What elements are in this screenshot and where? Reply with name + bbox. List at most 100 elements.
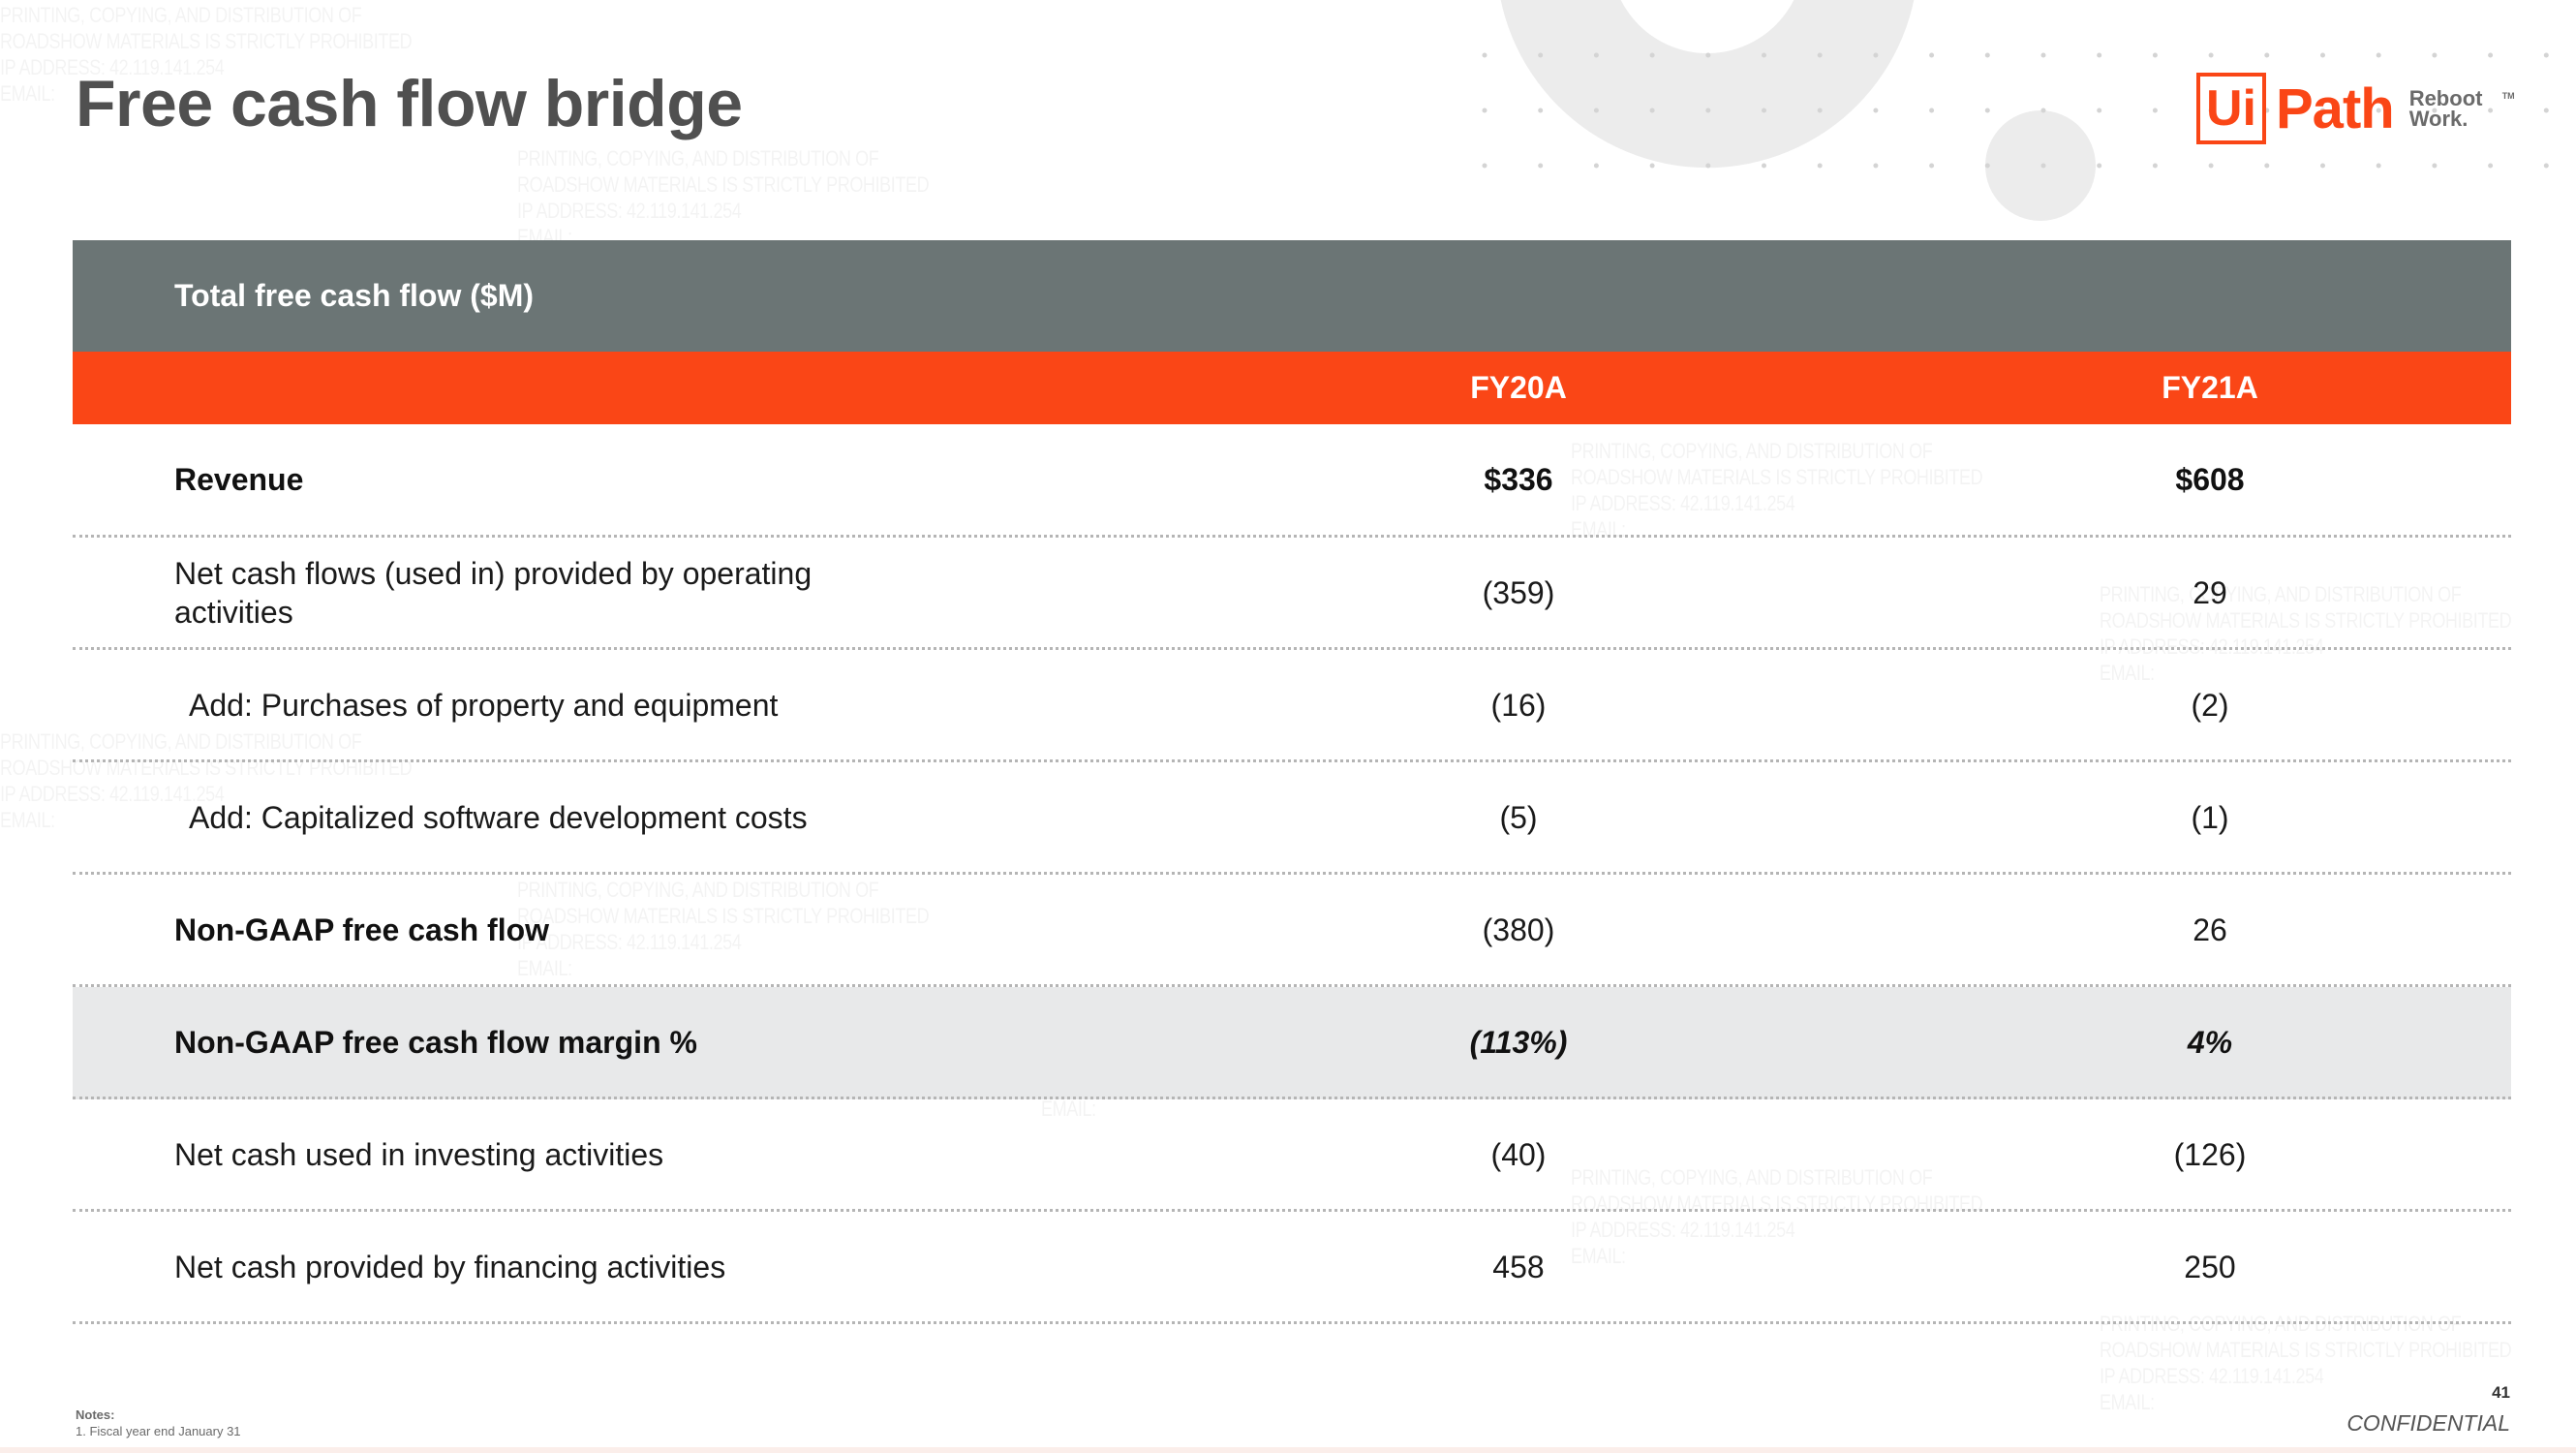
decorative-dot: [1649, 52, 1655, 58]
row-label: Revenue: [174, 462, 304, 497]
row-label: Non-GAAP free cash flow margin %: [174, 1024, 697, 1060]
decorative-dot: [2543, 108, 2549, 113]
decorative-circle: [1985, 110, 2096, 221]
decorative-dot: [1929, 52, 1935, 58]
watermark-line: ROADSHOW MATERIALS IS STRICTLY PROHIBITE…: [517, 171, 930, 198]
column-header-fy21a: FY21A: [2162, 370, 2258, 405]
decorative-dot: [2152, 108, 2158, 113]
table-row-operating-cash-flow: Net cash flows (used in) provided by ope…: [73, 538, 2511, 650]
row-value-fy20a: 458: [1492, 1249, 1545, 1284]
row-value-fy21a: $608: [2175, 462, 2245, 497]
watermark-line: ROADSHOW MATERIALS IS STRICTLY PROHIBITE…: [2100, 1337, 2512, 1363]
decorative-dot: [2320, 52, 2325, 58]
decorative-dot: [2097, 108, 2102, 113]
decorative-dot: [2152, 163, 2158, 169]
decorative-dot: [2376, 52, 2381, 58]
decorative-dot: [2488, 108, 2494, 113]
decorative-dot: [2152, 52, 2158, 58]
row-value-fy21a: (2): [2191, 687, 2229, 723]
decorative-dot: [1705, 52, 1711, 58]
watermark-line: IP ADDRESS: 42.119.141.254: [517, 198, 929, 224]
decorative-dot: [2040, 108, 2046, 113]
decorative-dot: [1649, 163, 1655, 169]
table-row-non-gaap-fcf-margin: Non-GAAP free cash flow margin % (113%) …: [73, 987, 2511, 1099]
table-row-non-gaap-fcf: Non-GAAP free cash flow (380) 26: [73, 875, 2511, 987]
decorative-dot: [1929, 108, 1935, 113]
row-value-fy20a: (40): [1490, 1136, 1547, 1172]
row-label: Add: Capitalized software development co…: [189, 799, 808, 835]
table-row-capitalized-software: Add: Capitalized software development co…: [73, 762, 2511, 875]
decorative-dot: [1649, 108, 1655, 113]
table-column-header-row: FY20A FY21A: [73, 352, 2511, 424]
decorative-dot: [1705, 108, 1711, 113]
row-value-fy21a: 26: [2193, 912, 2227, 947]
row-value-fy21a: 250: [2184, 1249, 2236, 1284]
trademark-symbol: TM: [2501, 91, 2515, 101]
footnotes: Notes: 1. Fiscal year end January 31: [76, 1407, 241, 1439]
decorative-dot: [1538, 52, 1544, 58]
table-row-investing-activities: Net cash used in investing activities (4…: [73, 1099, 2511, 1212]
decorative-dot: [2208, 52, 2214, 58]
table-row-purchases-property-equipment: Add: Purchases of property and equipment…: [73, 650, 2511, 762]
decorative-dot: [2040, 52, 2046, 58]
row-label: Net cash provided by financing activitie…: [174, 1249, 726, 1284]
decorative-dot: [1817, 163, 1823, 169]
row-value-fy20a: (359): [1482, 574, 1555, 610]
row-value-fy20a: $336: [1484, 462, 1553, 497]
table-caption-bar: Total free cash flow ($M): [73, 240, 2511, 352]
note-item: 1. Fiscal year end January 31: [76, 1424, 241, 1438]
decorative-dot: [2543, 52, 2549, 58]
watermark-line: PRINTING, COPYING, AND DISTRIBUTION OF: [517, 145, 929, 171]
decorative-dot: [2488, 52, 2494, 58]
free-cash-flow-table: Total free cash flow ($M) FY20A FY21A Re…: [73, 240, 2511, 1324]
decorative-ring: [1500, 0, 1915, 168]
watermark: PRINTING, COPYING, AND DISTRIBUTION OF R…: [2100, 1311, 2512, 1415]
decorative-dot: [2097, 52, 2102, 58]
row-label: Net cash flows (used in) provided by ope…: [174, 555, 813, 630]
row-value-fy20a: (16): [1490, 687, 1547, 723]
decorative-dot: [2264, 52, 2270, 58]
logo-box: Ui: [2196, 73, 2266, 144]
table-row-revenue: Revenue $336 $608: [73, 424, 2511, 538]
decorative-dot: [1482, 163, 1487, 169]
watermark-line: ROADSHOW MATERIALS IS STRICTLY PROHIBITE…: [0, 28, 413, 54]
decorative-dot: [1593, 108, 1599, 113]
table-row-financing-activities: Net cash provided by financing activitie…: [73, 1212, 2511, 1324]
decorative-dot: [1984, 108, 1990, 113]
decorative-dot: [2543, 163, 2549, 169]
decorative-dot: [1482, 52, 1487, 58]
decorative-dot: [2432, 52, 2438, 58]
column-header-fy20a: FY20A: [1470, 370, 1567, 405]
watermark-line: IP ADDRESS: 42.119.141.254: [2100, 1363, 2511, 1389]
decorative-dot: [1593, 163, 1599, 169]
confidential-label: CONFIDENTIAL: [2346, 1410, 2510, 1436]
decorative-dot: [2040, 163, 2046, 169]
decorative-dot: [1873, 108, 1879, 113]
decorative-dot: [1705, 163, 1711, 169]
decorative-dot: [2208, 163, 2214, 169]
decorative-dot: [1538, 108, 1544, 113]
decorative-dot: [1929, 163, 1935, 169]
row-value-fy20a: (380): [1482, 912, 1555, 947]
row-value-fy21a: (1): [2191, 799, 2229, 835]
logo-tagline: Reboot Work. TM: [2409, 88, 2515, 130]
row-label: Net cash used in investing activities: [174, 1136, 664, 1172]
decorative-dot: [1762, 108, 1766, 113]
row-label: Add: Purchases of property and equipment: [189, 687, 779, 723]
decorative-dot: [1538, 163, 1544, 169]
decorative-dot: [2488, 163, 2494, 169]
bottom-border: [0, 1447, 2576, 1453]
decorative-dot: [1817, 108, 1823, 113]
page-number: 41: [2492, 1383, 2510, 1402]
decorative-dot: [2097, 163, 2102, 169]
decorative-dot: [1762, 52, 1766, 58]
decorative-dot: [1762, 163, 1766, 169]
decorative-dot: [1817, 52, 1823, 58]
decorative-dot: [1873, 163, 1879, 169]
decorative-dot: [1482, 108, 1487, 113]
row-value-fy20a: (5): [1499, 799, 1538, 835]
decorative-dot: [1984, 52, 1990, 58]
notes-heading: Notes:: [76, 1407, 115, 1422]
row-label: Non-GAAP free cash flow: [174, 912, 550, 947]
uipath-logo: Ui Path Reboot Work. TM: [2196, 72, 2515, 145]
